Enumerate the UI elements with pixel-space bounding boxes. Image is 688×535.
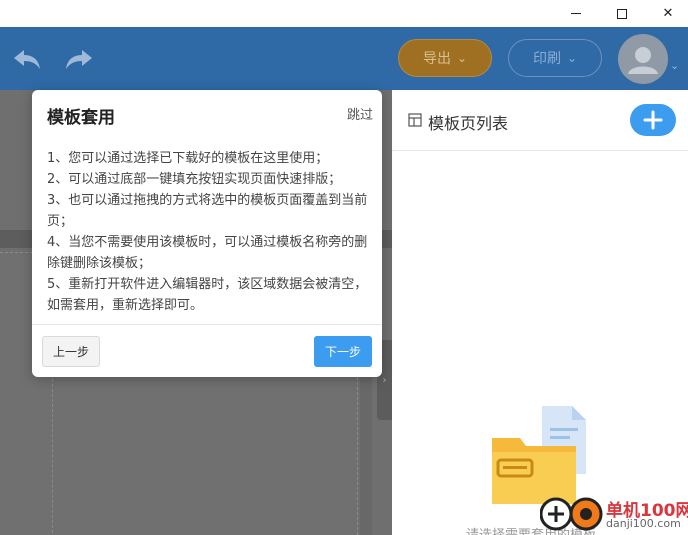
close-icon: ✕ (662, 6, 674, 21)
export-label: 导出 (422, 51, 451, 67)
print-label: 印刷 (532, 51, 561, 67)
avatar-chevron-icon[interactable]: ⌄ (670, 59, 679, 72)
close-button[interactable]: ✕ (645, 0, 688, 27)
panel-header: 模板页列表 (392, 90, 688, 151)
next-step-button[interactable]: 下一步 (314, 336, 372, 367)
chevron-down-icon: ⌄ (456, 51, 468, 65)
print-button[interactable]: 印刷 ⌄ (508, 39, 602, 77)
maximize-button[interactable] (599, 0, 645, 27)
user-icon (628, 47, 658, 74)
redo-icon[interactable] (62, 42, 96, 76)
maximize-icon (617, 8, 627, 19)
guide-popover: 模板套用 跳过 1、您可以通过选择已下载好的模板在这里使用； 2、可以通过底部一… (32, 90, 382, 377)
minimize-button[interactable] (553, 0, 599, 27)
guide-line: 2、可以通过底部一键填充按钮实现页面快速排版； (47, 172, 342, 187)
popover-body: 1、您可以通过选择已下载好的模板在这里使用； 2、可以通过底部一键填充按钮实现页… (47, 148, 369, 316)
popover-title: 模板套用 (47, 108, 115, 128)
prev-step-button[interactable]: 上一步 (42, 336, 100, 367)
chevron-down-icon: ⌄ (566, 51, 578, 65)
watermark-url: danji100.com (606, 517, 681, 530)
watermark-logo-icon (540, 497, 603, 531)
chevron-right-icon: › (382, 374, 387, 386)
guide-line: 5、重新打开软件进入编辑器时，该区域数据会被清空，如需套用，重新选择即可。 (47, 277, 368, 313)
guide-line: 1、您可以通过选择已下载好的模板在这里使用； (47, 151, 329, 166)
popover-divider (32, 324, 382, 325)
guide-line: 4、当您不需要使用该模板时，可以通过模板名称旁的删除键删除该模板； (47, 235, 368, 271)
export-button[interactable]: 导出 ⌄ (398, 39, 492, 77)
guide-line: 3、也可以通过拖拽的方式将选中的模板页面覆盖到当前页； (47, 193, 368, 229)
plus-icon (643, 110, 663, 130)
panel-title: 模板页列表 (428, 114, 509, 133)
add-template-button[interactable] (630, 104, 676, 136)
skip-link[interactable]: 跳过 (347, 104, 373, 123)
undo-icon[interactable] (10, 42, 44, 76)
minimize-icon (571, 13, 581, 14)
window-titlebar: ✕ (0, 0, 688, 27)
user-avatar[interactable] (618, 34, 668, 84)
main-toolbar: 导出 ⌄ 印刷 ⌄ ⌄ (0, 27, 688, 90)
template-page-panel: 模板页列表 请选择需要套用的模板 (392, 90, 688, 535)
template-list-icon (408, 113, 422, 127)
